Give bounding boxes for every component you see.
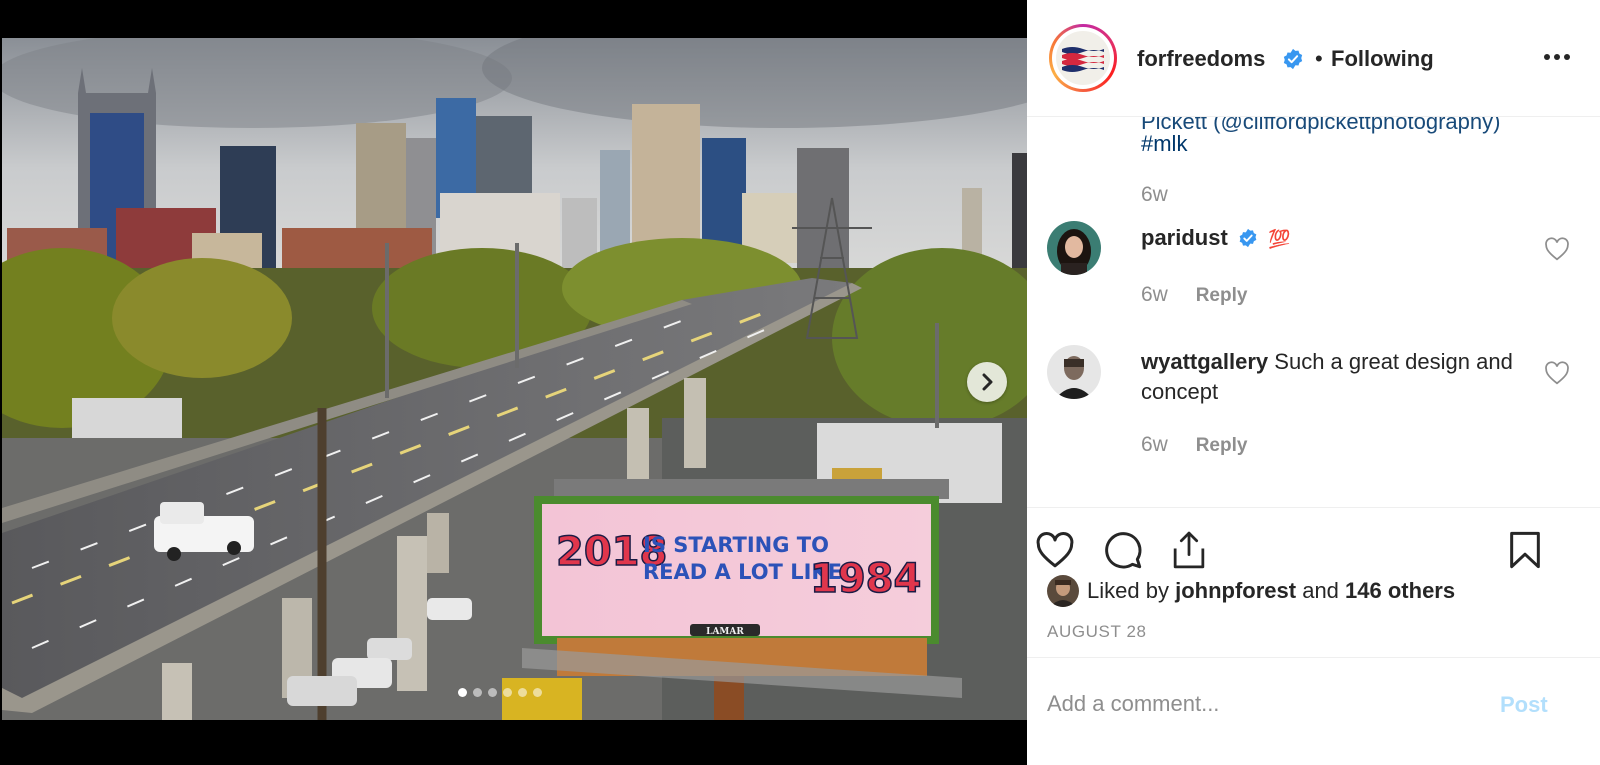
follow-status-button[interactable]: Following [1331, 46, 1434, 72]
carousel-dot [473, 688, 482, 697]
comment-timestamp: 6w [1141, 283, 1168, 306]
carousel-dot [533, 688, 542, 697]
save-button[interactable] [1503, 528, 1547, 572]
post-actions: Liked by johnpforest and 146 others AUGU… [1027, 507, 1600, 657]
caption-hashtag[interactable]: #mlk [1141, 131, 1187, 157]
like-button[interactable] [1033, 528, 1077, 572]
chevron-right-icon [982, 373, 993, 391]
commenter-avatar[interactable] [1047, 221, 1101, 275]
post-sidebar: forfreedoms • Following Pickett (@cliffo… [1027, 0, 1600, 765]
heart-icon [1036, 532, 1074, 568]
liker-avatar [1047, 575, 1079, 607]
follow-separator: • [1315, 46, 1323, 71]
comment-timestamp: 6w [1141, 433, 1168, 456]
verified-badge-icon [1239, 228, 1257, 248]
comment-username[interactable]: wyattgallery [1141, 349, 1268, 374]
likes-joiner: and [1302, 578, 1339, 603]
speech-bubble-icon [1105, 532, 1142, 569]
carousel-dot [488, 688, 497, 697]
comment-like-heart-icon[interactable] [1544, 361, 1570, 385]
verified-badge-icon [1283, 48, 1303, 70]
carousel-dot [503, 688, 512, 697]
carousel-dot [458, 688, 467, 697]
post-username[interactable]: forfreedoms [1137, 46, 1265, 72]
post-photo[interactable]: LAMAR 2018 IS STARTING TO READ A LOT LIK… [2, 38, 1027, 720]
share-upload-icon [1173, 531, 1205, 569]
likes-summary[interactable]: Liked by johnpforest and 146 others [1047, 575, 1455, 607]
caption-timestamp: 6w [1141, 183, 1168, 206]
post-header: forfreedoms • Following [1027, 0, 1600, 117]
flag-logo-icon [1056, 31, 1110, 85]
billboard-line-1: IS STARTING TO [643, 533, 829, 557]
ellipsis-icon [1544, 54, 1570, 60]
carousel-indicator [458, 688, 542, 697]
reply-button[interactable]: Reply [1196, 435, 1248, 456]
bookmark-icon [1510, 531, 1540, 569]
billboard-year-right: 1984 [810, 556, 921, 602]
reply-button[interactable]: Reply [1196, 285, 1248, 306]
add-comment-input[interactable] [1047, 686, 1487, 722]
comments-list[interactable]: Pickett (@cliffordpickettphotography) #m… [1027, 117, 1600, 507]
post-comment-button[interactable]: Post [1500, 692, 1548, 718]
comment-username[interactable]: paridust [1141, 225, 1228, 250]
profile-avatar[interactable] [1049, 24, 1117, 92]
commenter-avatar[interactable] [1047, 345, 1101, 399]
comment-like-heart-icon[interactable] [1544, 237, 1570, 261]
comment-emoji: 💯 [1268, 229, 1291, 249]
liker-username[interactable]: johnpforest [1175, 578, 1296, 604]
likes-prefix: Liked by [1087, 578, 1169, 603]
likes-others-count[interactable]: 146 others [1345, 578, 1455, 604]
carousel-next-button[interactable] [967, 362, 1007, 402]
media-viewer: LAMAR 2018 IS STARTING TO READ A LOT LIK… [0, 0, 1027, 765]
comment-composer: Post [1027, 657, 1600, 765]
comment-button[interactable] [1101, 528, 1145, 572]
post-date: AUGUST 28 [1047, 622, 1147, 641]
caption-truncated-line[interactable]: Pickett (@cliffordpickettphotography) [1141, 117, 1500, 135]
more-options-button[interactable] [1537, 40, 1577, 74]
share-button[interactable] [1167, 528, 1211, 572]
carousel-dot [518, 688, 527, 697]
billboard-brand: LAMAR [706, 627, 744, 637]
